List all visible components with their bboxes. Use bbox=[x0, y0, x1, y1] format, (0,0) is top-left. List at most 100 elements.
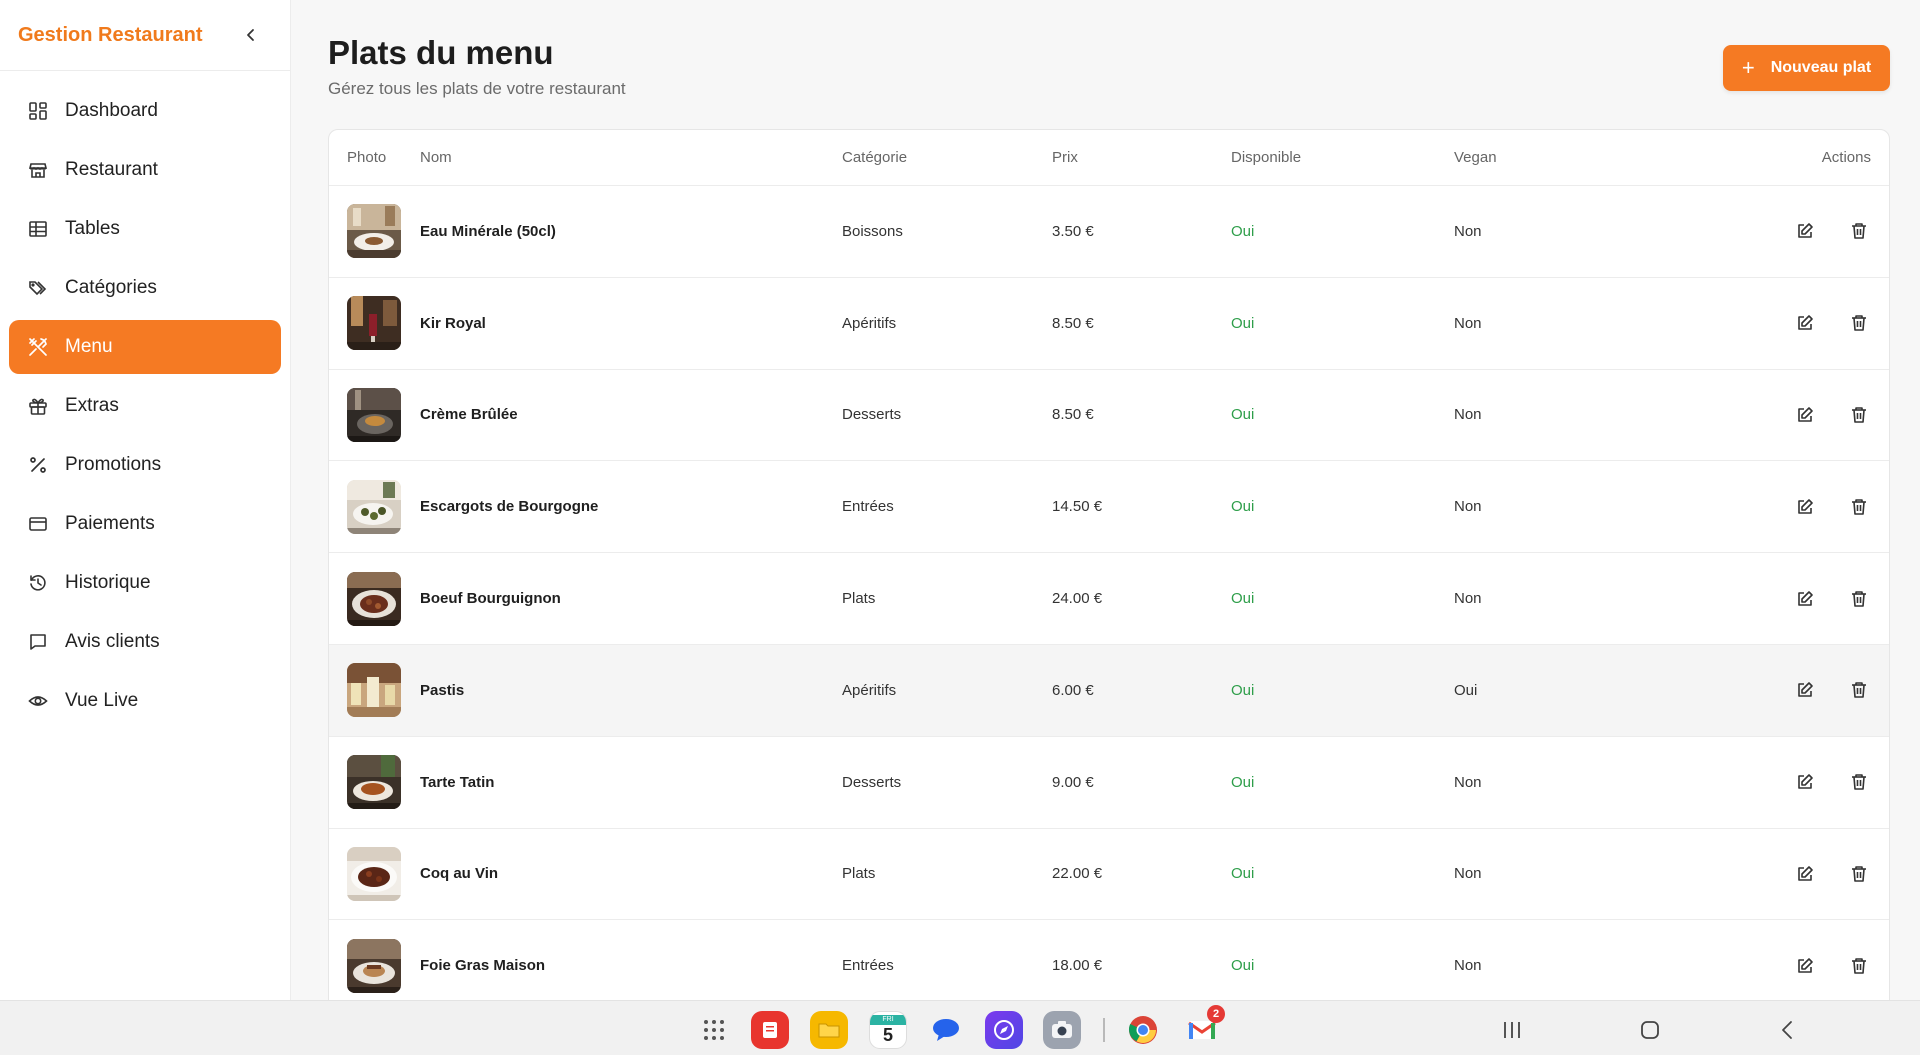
delete-button[interactable] bbox=[1847, 219, 1871, 243]
gift-icon bbox=[27, 395, 49, 417]
page-title: Plats du menu bbox=[328, 34, 554, 71]
trash-icon bbox=[1852, 315, 1866, 331]
table-row: Eau Minérale (50cl) Boissons 3.50 € Oui … bbox=[329, 186, 1889, 278]
table-grid-icon bbox=[27, 218, 49, 240]
utensils-icon bbox=[27, 336, 49, 358]
edit-icon bbox=[1798, 407, 1813, 422]
camera-app-button[interactable] bbox=[1043, 1011, 1081, 1049]
edit-button[interactable] bbox=[1793, 587, 1817, 611]
page-subtitle: Gérez tous les plats de votre restaurant bbox=[328, 79, 626, 98]
dish-price: 6.00 € bbox=[1052, 681, 1094, 699]
sidebar-item-label: Restaurant bbox=[65, 159, 158, 180]
trash-icon bbox=[1852, 682, 1866, 699]
delete-button[interactable] bbox=[1847, 403, 1871, 427]
back-button[interactable] bbox=[1769, 1011, 1807, 1049]
edit-button[interactable] bbox=[1793, 678, 1817, 702]
recent-apps-button[interactable] bbox=[1493, 1011, 1531, 1049]
sidebar-item-restaurant[interactable]: Restaurant bbox=[9, 143, 281, 197]
sidebar-item-dashboard[interactable]: Dashboard bbox=[9, 84, 281, 138]
edit-button[interactable] bbox=[1793, 403, 1817, 427]
sidebar-item-label: Tables bbox=[65, 218, 120, 239]
edit-button[interactable] bbox=[1793, 954, 1817, 978]
table-row: Foie Gras Maison Entrées 18.00 € Oui Non bbox=[329, 920, 1889, 1008]
calendar-icon: FRI 5 bbox=[869, 1011, 907, 1049]
back-icon bbox=[1782, 1021, 1792, 1039]
tags-icon bbox=[27, 277, 49, 299]
delete-button[interactable] bbox=[1847, 495, 1871, 519]
sidebar-item-label: Catégories bbox=[65, 277, 157, 298]
trash-icon bbox=[1852, 866, 1866, 882]
dish-photo bbox=[347, 663, 401, 718]
column-header-photo: Photo bbox=[347, 149, 387, 166]
sidebar-item-categories[interactable]: Catégories bbox=[9, 261, 281, 315]
edit-icon bbox=[1798, 315, 1813, 330]
dish-vegan: Non bbox=[1454, 773, 1482, 791]
edit-button[interactable] bbox=[1793, 495, 1817, 519]
dish-category: Plats bbox=[842, 590, 876, 608]
sidebar-item-menu[interactable]: Menu bbox=[9, 320, 281, 374]
message-icon bbox=[27, 631, 49, 653]
delete-button[interactable] bbox=[1847, 770, 1871, 794]
sidebar-item-promotions[interactable]: Promotions bbox=[9, 438, 281, 492]
sidebar-item-extras[interactable]: Extras bbox=[9, 379, 281, 433]
chrome-app-button[interactable] bbox=[1124, 1011, 1162, 1049]
dish-photo bbox=[347, 571, 401, 626]
collapse-sidebar-button[interactable] bbox=[240, 24, 262, 46]
calendar-app-button[interactable]: FRI 5 bbox=[869, 1011, 907, 1049]
dish-name: Coq au Vin bbox=[420, 865, 499, 883]
dish-available: Oui bbox=[1231, 957, 1255, 975]
sidebar-item-label: Paiements bbox=[65, 513, 155, 534]
dish-price: 24.00 € bbox=[1052, 590, 1103, 608]
sidebar: Gestion Restaurant Dashboard Restaurant … bbox=[0, 0, 291, 1000]
table-row: Pastis Apéritifs 6.00 € Oui Oui bbox=[329, 644, 1889, 737]
sidebar-item-avis-clients[interactable]: Avis clients bbox=[9, 615, 281, 669]
system-taskbar: FRI 5 2 bbox=[0, 1000, 1920, 1055]
column-header-prix: Prix bbox=[1052, 149, 1078, 166]
dish-vegan: Oui bbox=[1454, 681, 1478, 699]
column-header-vegan: Vegan bbox=[1454, 149, 1497, 166]
edit-button[interactable] bbox=[1793, 311, 1817, 335]
sidebar-item-label: Menu bbox=[65, 336, 113, 357]
delete-button[interactable] bbox=[1847, 954, 1871, 978]
sidebar-item-vue-live[interactable]: Vue Live bbox=[9, 674, 281, 728]
messages-app-button[interactable] bbox=[927, 1011, 965, 1049]
dish-category: Desserts bbox=[842, 773, 902, 791]
dashboard-icon bbox=[27, 100, 49, 122]
app-drawer-button[interactable] bbox=[695, 1011, 733, 1049]
trash-icon bbox=[1852, 774, 1866, 790]
delete-button[interactable] bbox=[1847, 311, 1871, 335]
dish-photo bbox=[347, 387, 401, 442]
table-header: Photo Nom Catégorie Prix Disponible Vega… bbox=[329, 130, 1889, 186]
gmail-app-button[interactable]: 2 bbox=[1183, 1005, 1225, 1049]
sidebar-item-tables[interactable]: Tables bbox=[9, 202, 281, 256]
dish-price: 22.00 € bbox=[1052, 865, 1103, 883]
edit-icon bbox=[1798, 223, 1813, 239]
edit-button[interactable] bbox=[1793, 770, 1817, 794]
files-app-button[interactable] bbox=[810, 1011, 848, 1049]
dish-available: Oui bbox=[1231, 406, 1255, 424]
sidebar-item-paiements[interactable]: Paiements bbox=[9, 497, 281, 551]
trash-icon bbox=[1852, 957, 1866, 974]
notes-app-button[interactable] bbox=[751, 1011, 789, 1049]
dish-category: Entrées bbox=[842, 498, 894, 516]
sidebar-item-historique[interactable]: Historique bbox=[9, 556, 281, 610]
edit-button[interactable] bbox=[1793, 219, 1817, 243]
history-icon bbox=[27, 572, 49, 594]
home-button[interactable] bbox=[1631, 1011, 1669, 1049]
dish-vegan: Non bbox=[1454, 406, 1482, 424]
dish-available: Oui bbox=[1231, 590, 1255, 608]
trash-icon bbox=[1852, 498, 1866, 515]
column-header-categorie: Catégorie bbox=[842, 149, 908, 166]
trash-icon bbox=[1852, 223, 1866, 240]
sidebar-header: Gestion Restaurant bbox=[0, 0, 290, 71]
edit-button[interactable] bbox=[1793, 862, 1817, 886]
delete-button[interactable] bbox=[1847, 862, 1871, 886]
browser-app-button[interactable] bbox=[985, 1011, 1023, 1049]
calendar-day: 5 bbox=[882, 1024, 893, 1045]
delete-button[interactable] bbox=[1847, 587, 1871, 611]
delete-button[interactable] bbox=[1847, 678, 1871, 702]
calendar-weekday: FRI bbox=[870, 1014, 906, 1025]
dish-vegan: Non bbox=[1454, 314, 1482, 332]
table-row: Boeuf Bourguignon Plats 24.00 € Oui Non bbox=[329, 553, 1889, 645]
new-dish-button[interactable]: + Nouveau plat bbox=[1723, 45, 1890, 91]
